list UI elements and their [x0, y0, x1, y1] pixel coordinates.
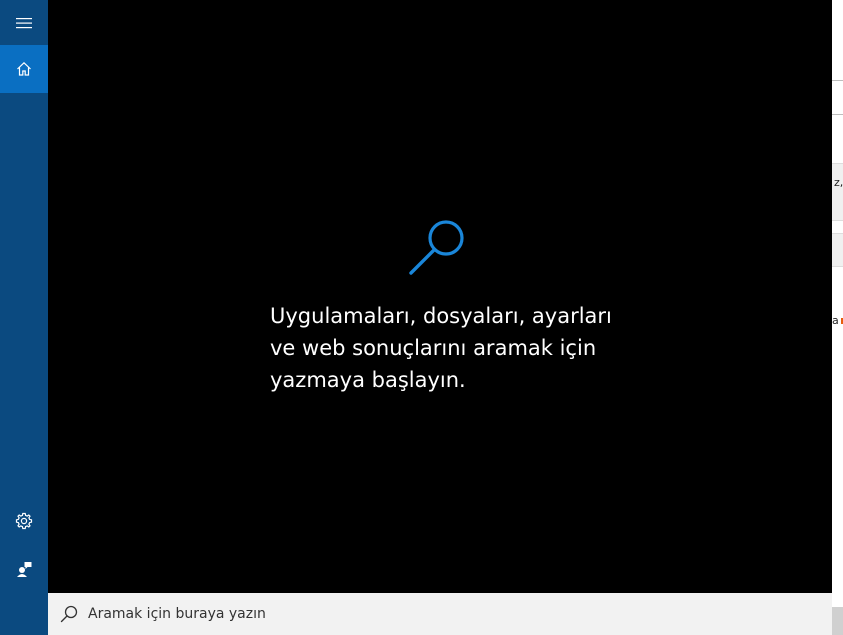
home-icon — [17, 61, 31, 76]
background-text: a — [832, 314, 839, 327]
left-rail — [0, 0, 48, 635]
search-icon — [409, 220, 464, 275]
background-app-window: z, a — [832, 0, 843, 635]
search-hint-text: Uygulamaları, dosyaları, ayarları ve web… — [270, 300, 630, 396]
cortana-search-window: Uygulamaları, dosyaları, ayarları ve web… — [0, 0, 843, 635]
gear-icon — [15, 512, 33, 530]
hint-line: Uygulamaları, dosyaları, ayarları — [270, 304, 612, 328]
background-footer — [832, 607, 843, 635]
settings-button[interactable] — [0, 498, 48, 544]
hint-line: ve web sonuçlarını aramak için — [270, 336, 597, 360]
divider — [832, 80, 843, 81]
menu-button[interactable] — [0, 0, 48, 46]
hint-line: yazmaya başlayın. — [270, 368, 466, 392]
feedback-button[interactable] — [0, 546, 48, 592]
search-icon — [60, 605, 78, 623]
background-panel — [832, 163, 843, 221]
divider — [832, 114, 843, 115]
background-text: z, — [834, 176, 843, 189]
background-panel — [832, 233, 843, 267]
search-box[interactable] — [48, 593, 832, 635]
search-results-panel: Uygulamaları, dosyaları, ayarları ve web… — [48, 0, 832, 593]
hamburger-menu-icon — [16, 18, 32, 29]
home-button[interactable] — [0, 45, 48, 93]
feedback-icon — [17, 562, 32, 577]
search-input[interactable] — [88, 599, 832, 629]
